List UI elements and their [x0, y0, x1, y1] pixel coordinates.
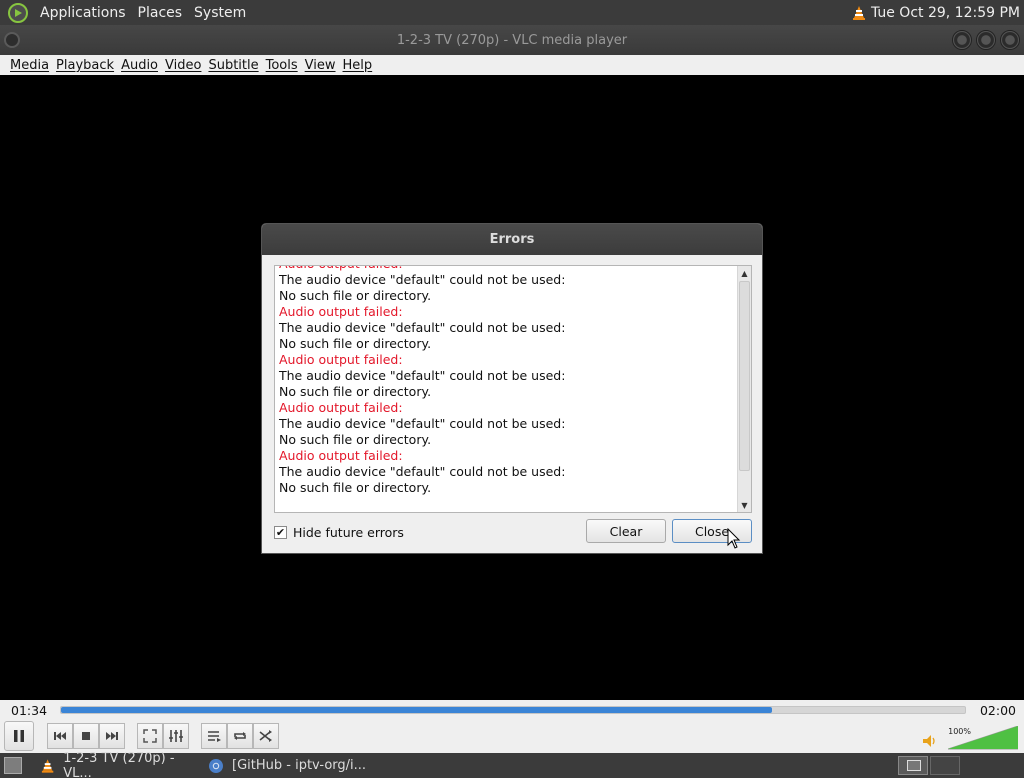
scroll-down-arrow-icon[interactable]: ▼ [738, 498, 751, 512]
log-line: No such file or directory. [279, 288, 432, 303]
close-window-button[interactable] [1000, 30, 1020, 50]
log-line: The audio device "default" could not be … [279, 320, 566, 335]
seek-row: 01:34 02:00 [0, 700, 1024, 720]
menu-subtitle[interactable]: Subtitle [208, 58, 265, 73]
extended-settings-button[interactable] [163, 723, 189, 749]
taskbar-item-browser[interactable]: [GitHub - iptv-org/i... [204, 754, 370, 777]
log-line-error: Audio output failed: [279, 266, 734, 272]
log-line-error: Audio output failed: [279, 352, 403, 367]
error-log-lines: Audio output failed:The audio device "de… [279, 266, 734, 496]
loop-button[interactable] [227, 723, 253, 749]
next-icon [106, 732, 118, 740]
panel-menu-system[interactable]: System [188, 5, 252, 21]
menu-media[interactable]: Media [0, 58, 56, 73]
previous-icon [54, 732, 66, 740]
stop-button[interactable] [73, 723, 99, 749]
window-title: 1-2-3 TV (270p) - VLC media player [396, 32, 628, 48]
volume-slider[interactable] [948, 726, 1018, 750]
total-time[interactable]: 02:00 [980, 703, 1016, 718]
log-line: The audio device "default" could not be … [279, 272, 566, 287]
taskbar-item-vlc[interactable]: 1-2-3 TV (270p) - VL... [36, 750, 200, 778]
menu-audio[interactable]: Audio [121, 58, 165, 73]
stop-icon [82, 732, 90, 740]
checkmark-icon: ✔ [275, 525, 286, 539]
panel-menu-places[interactable]: Places [132, 5, 189, 21]
top-panel: Applications Places System Tue Oct 29, 1… [0, 0, 1024, 25]
log-line: No such file or directory. [279, 432, 432, 447]
taskbar-item-label: 1-2-3 TV (270p) - VL... [63, 750, 175, 778]
hide-future-errors-checkbox[interactable]: ✔ [274, 525, 287, 539]
fullscreen-button[interactable] [137, 723, 163, 749]
vlc-cone-icon [41, 758, 54, 773]
pause-button[interactable] [4, 721, 34, 751]
clock[interactable]: Tue Oct 29, 12:59 PM [871, 5, 1020, 21]
menu-view[interactable]: View [305, 58, 343, 73]
log-line: No such file or directory. [279, 480, 432, 495]
vlc-tray-icon[interactable] [851, 5, 867, 21]
log-line: No such file or directory. [279, 384, 432, 399]
errors-dialog: Errors Audio output failed:The audio dev… [261, 223, 763, 554]
scroll-thumb[interactable] [739, 281, 750, 471]
error-log-scrollbar[interactable]: ▲ ▼ [737, 266, 751, 512]
next-button[interactable] [99, 723, 125, 749]
previous-button[interactable] [47, 723, 73, 749]
menubar: Media Playback Audio Video Subtitle Tool… [0, 55, 1024, 75]
show-desktop-icon[interactable] [4, 757, 22, 774]
error-log[interactable]: Audio output failed:The audio device "de… [274, 265, 752, 513]
playlist-button[interactable] [201, 723, 227, 749]
chromium-icon [209, 758, 223, 773]
hide-future-errors-label[interactable]: Hide future errors [293, 525, 404, 540]
workspace-2[interactable] [930, 756, 960, 775]
pause-icon [14, 730, 24, 742]
dialog-title: Errors [489, 232, 535, 247]
speaker-icon[interactable] [922, 734, 938, 748]
distro-logo-icon[interactable] [8, 2, 28, 23]
shuffle-button[interactable] [253, 723, 279, 749]
menu-tools[interactable]: Tools [266, 58, 305, 73]
fullscreen-icon [143, 729, 157, 743]
window-titlebar[interactable]: 1-2-3 TV (270p) - VLC media player [0, 25, 1024, 55]
dialog-titlebar[interactable]: Errors [262, 224, 762, 255]
controls-row: 100% [0, 720, 1024, 753]
playlist-icon [208, 731, 221, 742]
equalizer-icon [169, 730, 183, 742]
window-menu-icon[interactable] [4, 32, 20, 48]
workspace-window-thumb [907, 760, 921, 771]
log-line: The audio device "default" could not be … [279, 416, 566, 431]
taskbar-item-label: [GitHub - iptv-org/i... [232, 758, 367, 773]
log-line: The audio device "default" could not be … [279, 464, 566, 479]
log-line: The audio device "default" could not be … [279, 368, 566, 383]
minimize-button[interactable] [952, 30, 972, 50]
maximize-button[interactable] [976, 30, 996, 50]
log-line-error: Audio output failed: [279, 400, 403, 415]
log-line-error: Audio output failed: [279, 448, 403, 463]
clear-button[interactable]: Clear [586, 519, 666, 543]
shuffle-icon [259, 730, 272, 742]
scroll-up-arrow-icon[interactable]: ▲ [738, 266, 751, 280]
seek-progress-fill [61, 707, 773, 713]
loop-icon [234, 732, 246, 740]
log-line-error: Audio output failed: [279, 304, 403, 319]
workspace-1[interactable] [898, 756, 928, 775]
mouse-cursor-icon [727, 528, 741, 549]
menu-help[interactable]: Help [343, 58, 380, 73]
seek-slider[interactable] [60, 706, 966, 714]
panel-menu-applications[interactable]: Applications [34, 5, 132, 21]
menu-playback[interactable]: Playback [56, 58, 121, 73]
log-line: No such file or directory. [279, 336, 432, 351]
menu-video[interactable]: Video [165, 58, 208, 73]
elapsed-time[interactable]: 01:34 [11, 703, 47, 718]
clear-button-label: Clear [609, 523, 643, 539]
close-button-label: Close [694, 523, 730, 539]
bottom-taskbar: 1-2-3 TV (270p) - VL... [GitHub - iptv-o… [0, 750, 1024, 778]
